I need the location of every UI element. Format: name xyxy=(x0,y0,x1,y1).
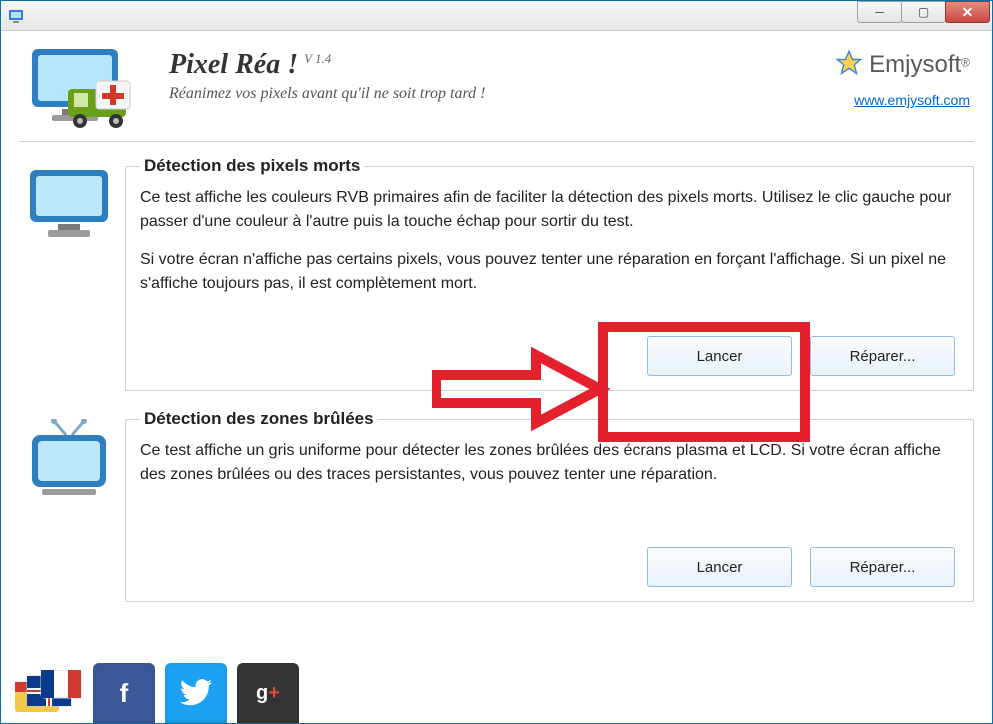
burnt-zone-desc: Ce test affiche un gris uniforme pour dé… xyxy=(140,439,959,487)
burnt-zone-launch-button[interactable]: Lancer xyxy=(647,547,792,587)
dead-pixel-section: Détection des pixels morts Ce test affic… xyxy=(19,156,974,391)
dead-pixel-repair-button[interactable]: Réparer... xyxy=(810,336,955,376)
footer-social: f g+ xyxy=(13,663,299,723)
minimize-button[interactable]: ─ xyxy=(857,1,902,23)
flags-icon[interactable] xyxy=(13,670,83,723)
app-window: ─ ▢ ✕ xyxy=(0,0,993,724)
app-icon xyxy=(7,7,25,25)
burnt-zone-section: Détection des zones brûlées Ce test affi… xyxy=(19,409,974,602)
brand-link[interactable]: www.emjysoft.com xyxy=(835,92,970,108)
brand-name: Emjysoft xyxy=(869,51,961,78)
dead-pixel-launch-button[interactable]: Lancer xyxy=(647,336,792,376)
dead-pixel-desc-1: Ce test affiche les couleurs RVB primair… xyxy=(140,186,959,234)
burnt-zone-group: Détection des zones brûlées Ce test affi… xyxy=(125,409,974,602)
brand-block: Emjysoft® www.emjysoft.com xyxy=(835,43,974,108)
app-title: Pixel Réa ! xyxy=(169,49,298,81)
window-controls: ─ ▢ ✕ xyxy=(858,1,992,30)
titlebar: ─ ▢ ✕ xyxy=(1,1,992,31)
burnt-zone-repair-button[interactable]: Réparer... xyxy=(810,547,955,587)
brand-registered: ® xyxy=(961,55,970,69)
close-button[interactable]: ✕ xyxy=(945,1,990,23)
dead-pixel-group: Détection des pixels morts Ce test affic… xyxy=(125,156,974,391)
dead-pixel-desc-2: Si votre écran n'affiche pas certains pi… xyxy=(140,248,959,296)
star-icon xyxy=(835,49,863,80)
twitter-icon[interactable] xyxy=(165,663,227,723)
app-tagline: Réanimez vos pixels avant qu'il ne soit … xyxy=(169,85,815,103)
monitor-icon xyxy=(19,156,119,246)
dead-pixel-legend: Détection des pixels morts xyxy=(140,156,364,176)
maximize-button[interactable]: ▢ xyxy=(901,1,946,23)
app-version: V 1.4 xyxy=(304,51,331,67)
googleplus-icon[interactable]: g+ xyxy=(237,663,299,723)
app-logo-icon xyxy=(19,43,149,133)
header-divider xyxy=(19,141,974,142)
facebook-icon[interactable]: f xyxy=(93,663,155,723)
app-header: Pixel Réa ! V 1.4 Réanimez vos pixels av… xyxy=(19,43,974,139)
tv-icon xyxy=(19,409,119,503)
burnt-zone-legend: Détection des zones brûlées xyxy=(140,409,378,429)
